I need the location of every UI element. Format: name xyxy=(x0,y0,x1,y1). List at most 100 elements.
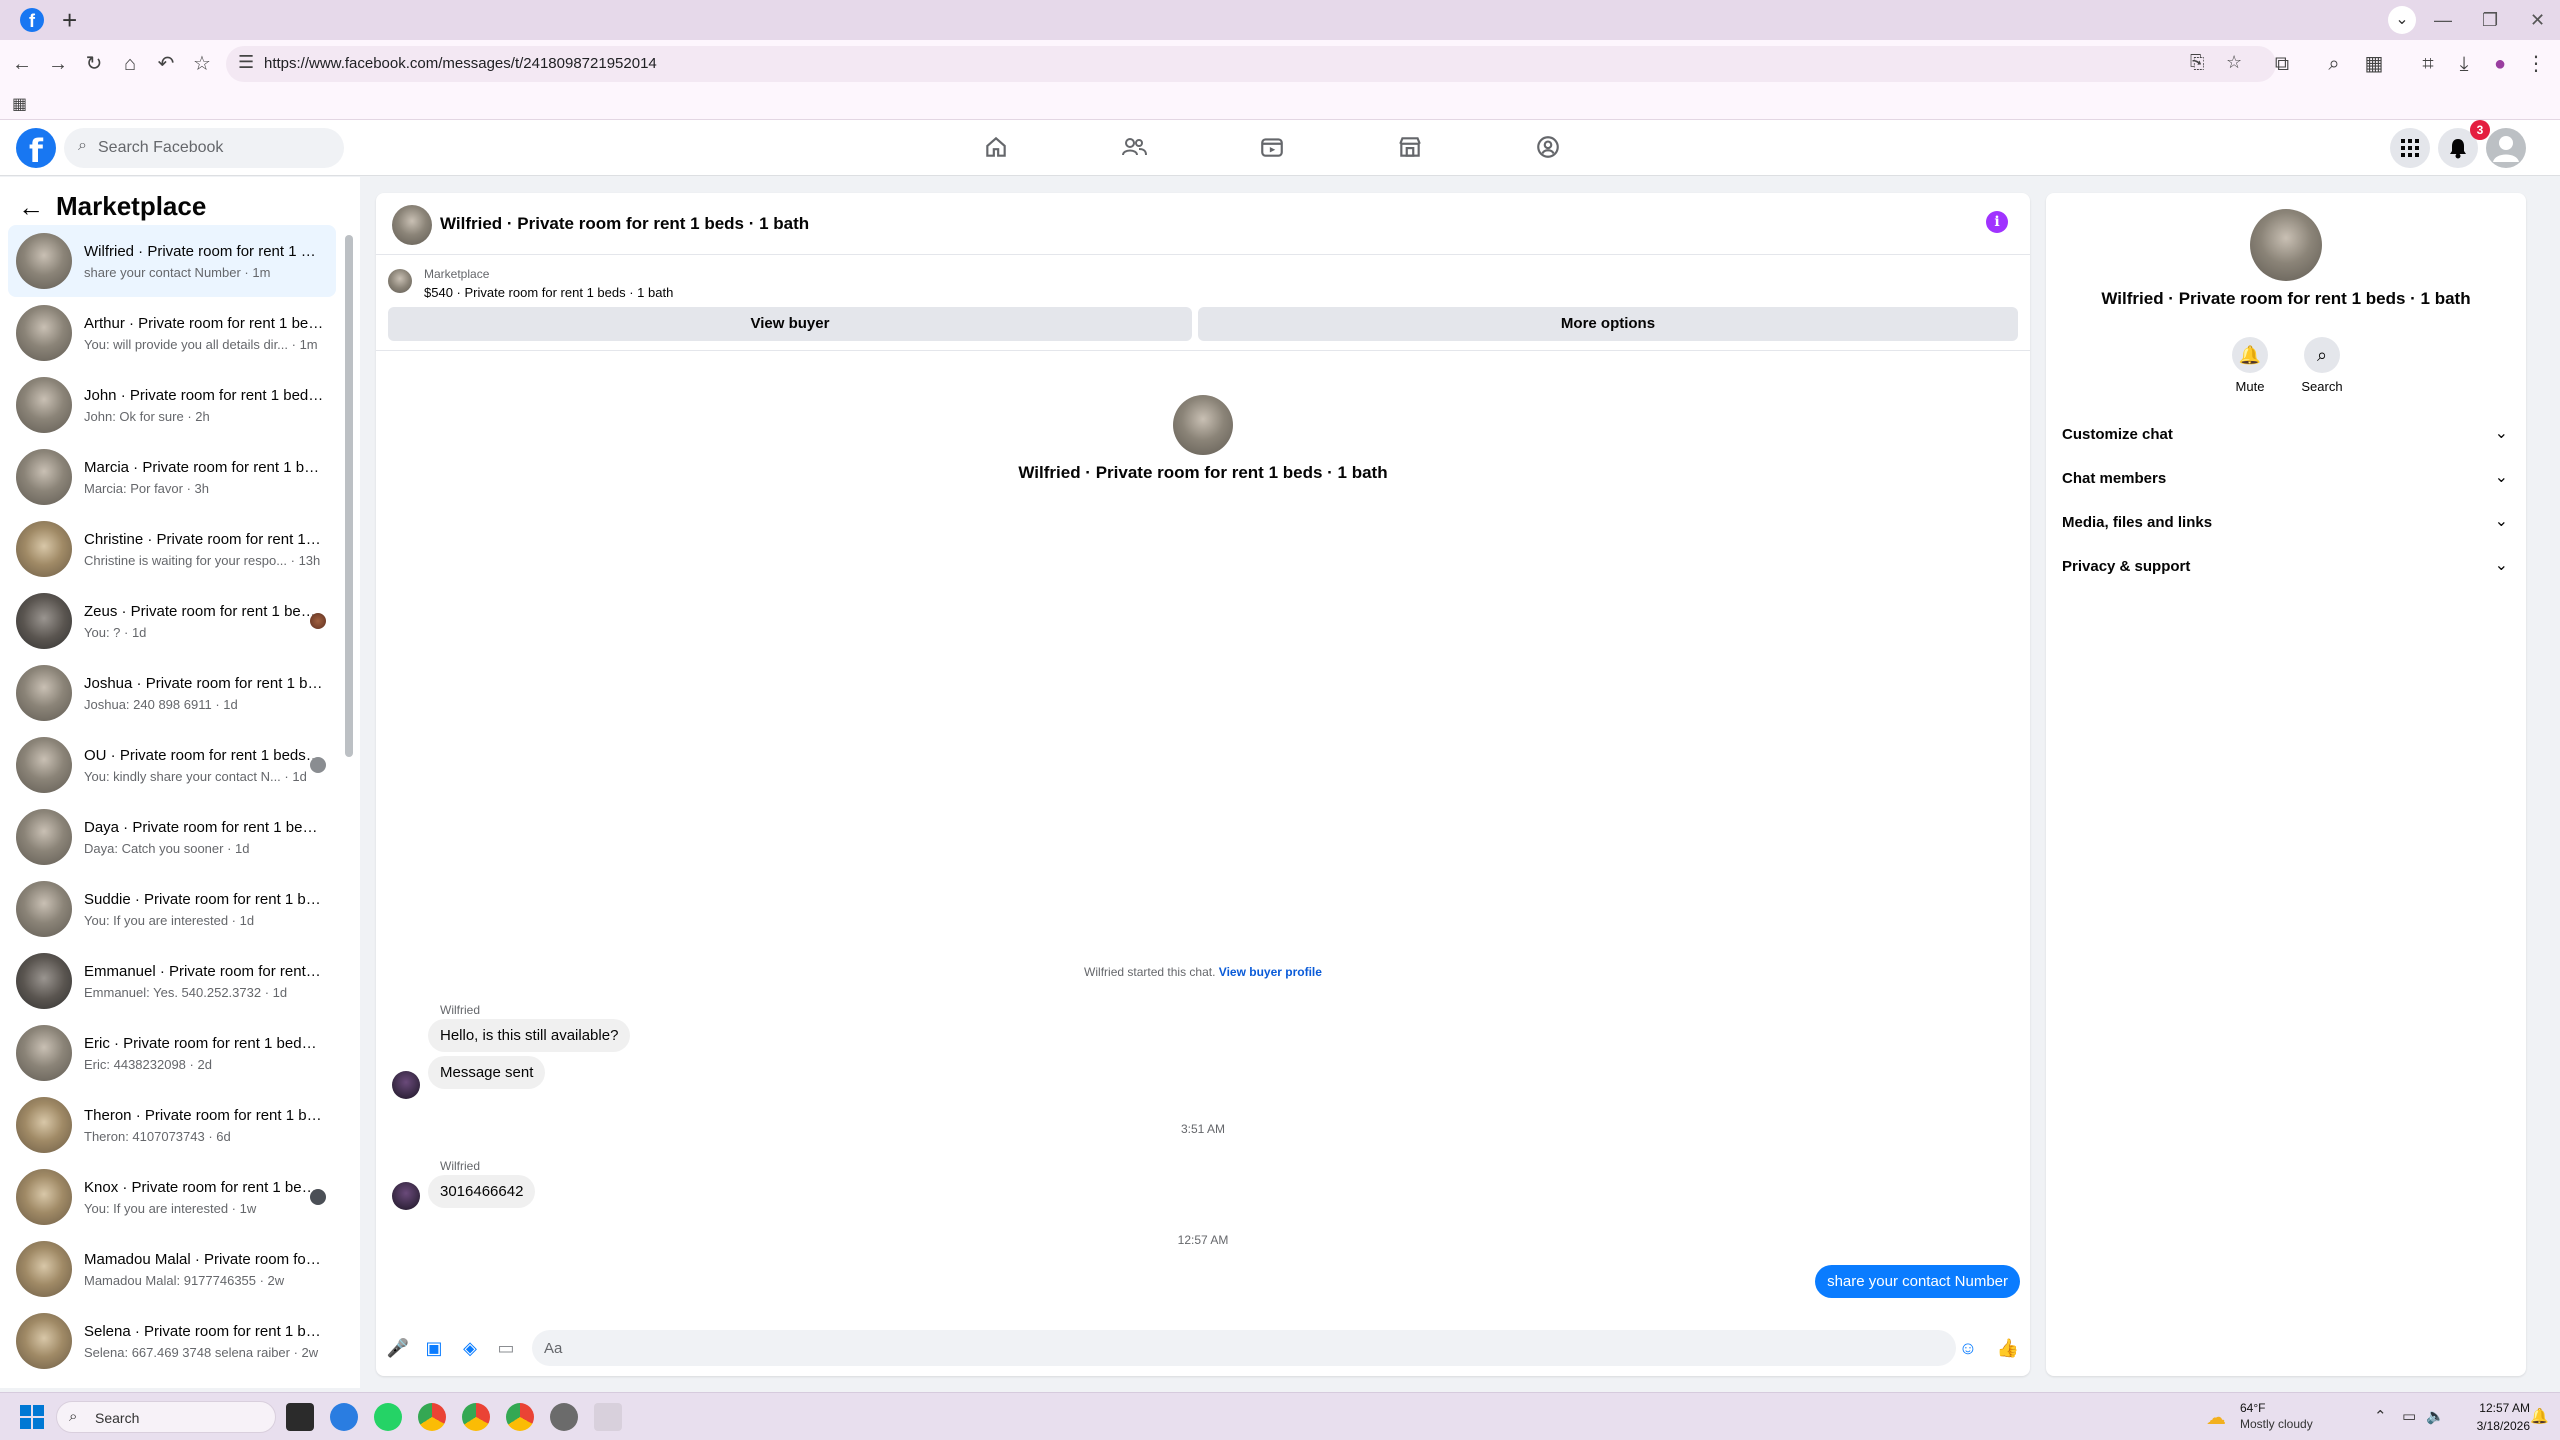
conversation-item-marcia[interactable]: Marcia · Private room for rent 1 beds · … xyxy=(8,441,336,513)
sender-avatar[interactable] xyxy=(392,1071,420,1099)
view-buyer-button[interactable]: View buyer xyxy=(388,307,1192,341)
conversation-item-suddie[interactable]: Suddie · Private room for rent 1 beds · … xyxy=(8,873,336,945)
forward-icon[interactable]: → xyxy=(44,50,72,78)
sticker-icon[interactable]: ◈ xyxy=(458,1336,482,1360)
conversation-item-joshua[interactable]: Joshua · Private room for rent 1 beds · … xyxy=(8,657,336,729)
notification-bell-icon[interactable]: 🔔 xyxy=(2530,1407,2549,1425)
listing-title[interactable]: $540 · Private room for rent 1 beds · 1 … xyxy=(424,285,673,300)
conversation-item-selena[interactable]: Selena · Private room for rent 1 beds · … xyxy=(8,1305,336,1377)
scrollbar-thumb[interactable] xyxy=(345,235,353,757)
snipping-tool-icon[interactable] xyxy=(594,1403,622,1431)
volume-icon[interactable]: 🔈 xyxy=(2426,1407,2445,1425)
conversation-item-zeus[interactable]: Zeus · Private room for rent 1 beds · 1 … xyxy=(8,585,336,657)
chevron-up-icon[interactable]: ⌃ xyxy=(2374,1407,2387,1425)
minimize-icon[interactable]: — xyxy=(2434,6,2452,34)
home-icon[interactable]: ⌂ xyxy=(116,50,144,78)
conversation-item-wilfried[interactable]: Wilfried · Private room for rent 1 beds … xyxy=(8,225,336,297)
browser-menu-icon[interactable]: ⋮ xyxy=(2522,50,2550,78)
back-icon[interactable]: ← xyxy=(8,50,36,78)
menu-grid-icon[interactable] xyxy=(2390,128,2430,168)
outgoing-message[interactable]: share your contact Number xyxy=(1815,1265,2020,1298)
media-files-links-section[interactable]: Media, files and links ⌄ xyxy=(2054,501,2518,545)
windows-start-icon[interactable] xyxy=(20,1405,44,1429)
bell-icon: 🔔 xyxy=(2232,337,2268,373)
extensions-icon[interactable]: ⧉ xyxy=(2268,50,2296,78)
crop-icon[interactable]: ⌗ xyxy=(2414,50,2442,78)
conversation-item-knox[interactable]: Knox · Private room for rent 1 beds · 1 … xyxy=(8,1161,336,1233)
nav-marketplace-icon[interactable] xyxy=(1382,130,1438,166)
undo-icon[interactable]: ↶ xyxy=(152,50,180,78)
tab-search-icon[interactable]: ⌄ xyxy=(2388,6,2416,34)
search-in-chat-button[interactable]: ⌕ Search xyxy=(2286,337,2358,394)
gif-icon[interactable]: ▭ xyxy=(494,1336,518,1360)
apps-grid-icon[interactable]: ▦ xyxy=(12,94,27,114)
chat-members-section[interactable]: Chat members ⌄ xyxy=(2054,457,2518,501)
nav-groups-icon[interactable] xyxy=(1520,130,1576,166)
emoji-icon[interactable]: ☺ xyxy=(1956,1336,1980,1360)
chrome-profile-icon[interactable] xyxy=(462,1403,490,1431)
close-window-icon[interactable]: ✕ xyxy=(2530,6,2545,34)
whatsapp-icon[interactable] xyxy=(374,1403,402,1431)
chat-avatar[interactable] xyxy=(392,205,432,245)
reload-icon[interactable]: ↻ xyxy=(80,50,108,78)
install-app-icon[interactable]: ⎘ xyxy=(2190,52,2204,73)
qr-icon[interactable]: ▦ xyxy=(2360,50,2388,78)
download-icon[interactable]: ⤓ xyxy=(2450,50,2478,78)
restore-icon[interactable]: ❐ xyxy=(2482,6,2498,34)
sender-avatar[interactable] xyxy=(392,1182,420,1210)
zoom-icon[interactable]: ⌕ xyxy=(2320,50,2348,78)
task-view-icon[interactable] xyxy=(286,1403,314,1431)
new-tab-icon[interactable]: + xyxy=(62,4,77,36)
facebook-tab-icon[interactable]: f xyxy=(20,8,44,32)
settings-gear-icon[interactable] xyxy=(550,1403,578,1431)
incoming-message[interactable]: Hello, is this still available? xyxy=(428,1019,631,1052)
customize-chat-section[interactable]: Customize chat ⌄ xyxy=(2054,413,2518,457)
conversation-item-ou[interactable]: OU · Private room for rent 1 beds · 1 ba… xyxy=(8,729,336,801)
conversation-item-eric[interactable]: Eric · Private room for rent 1 beds · 1 … xyxy=(8,1017,336,1089)
taskbar-search[interactable]: ⌕ Search xyxy=(56,1401,276,1433)
info-icon[interactable]: i xyxy=(1986,211,2008,233)
conversation-item-emmanuel[interactable]: Emmanuel · Private room for rent 1 beds … xyxy=(8,945,336,1017)
nav-friends-icon[interactable] xyxy=(1106,130,1162,166)
conversation-item-daya[interactable]: Daya · Private room for rent 1 beds · 1 … xyxy=(8,801,336,873)
incoming-message[interactable]: 3016466642 xyxy=(428,1175,536,1208)
mute-button[interactable]: 🔔 Mute xyxy=(2214,337,2286,394)
site-info-icon[interactable]: ☰ xyxy=(238,52,254,73)
system-clock[interactable]: 12:57 AM 3/18/2026 xyxy=(2450,1399,2530,1435)
search-input[interactable] xyxy=(98,128,338,168)
chat-title[interactable]: Wilfried · Private room for rent 1 beds … xyxy=(440,214,809,234)
conversation-item-arthur[interactable]: Arthur · Private room for rent 1 beds · … xyxy=(8,297,336,369)
url-text[interactable]: https://www.facebook.com/messages/t/2418… xyxy=(264,55,657,72)
view-buyer-profile-link[interactable]: View buyer profile xyxy=(1219,965,1322,979)
bookmark-icon[interactable]: ☆ xyxy=(2226,52,2242,73)
conversation-item-mamadou[interactable]: Mamadou Malal · Private room for rent 1 … xyxy=(8,1233,336,1305)
message-input[interactable] xyxy=(532,1330,1956,1366)
conversation-item-john[interactable]: John · Private room for rent 1 beds · 1 … xyxy=(8,369,336,441)
search-icon: ⌕ xyxy=(78,137,87,154)
thumbs-up-icon[interactable]: 👍 xyxy=(1996,1336,2020,1360)
listing-thumbnail[interactable] xyxy=(388,269,412,293)
network-icon[interactable]: ▭ xyxy=(2402,1407,2416,1425)
chrome-icon[interactable] xyxy=(418,1403,446,1431)
nav-home-icon[interactable] xyxy=(968,130,1024,166)
bookmark-star-icon[interactable]: ☆ xyxy=(188,50,216,78)
microphone-icon[interactable]: 🎤 xyxy=(386,1336,410,1360)
privacy-support-section[interactable]: Privacy & support ⌄ xyxy=(2054,545,2518,589)
back-arrow-icon[interactable]: ← xyxy=(18,189,44,225)
conversation-item-christine[interactable]: Christine · Private room for rent 1 beds… xyxy=(8,513,336,585)
nav-video-icon[interactable] xyxy=(1244,130,1300,166)
sidebar-scrollbar[interactable] xyxy=(344,225,354,1385)
chevron-down-icon: ⌄ xyxy=(2494,513,2508,530)
incoming-message[interactable]: Message sent xyxy=(428,1056,546,1089)
address-bar[interactable]: ☰ https://www.facebook.com/messages/t/24… xyxy=(226,46,2276,82)
profile-icon[interactable]: ● xyxy=(2486,50,2514,78)
facebook-search[interactable]: ⌕ xyxy=(64,128,344,168)
account-avatar[interactable] xyxy=(2486,128,2526,168)
photo-icon[interactable]: ▣ xyxy=(422,1336,446,1360)
conversation-item-theron[interactable]: Theron · Private room for rent 1 beds · … xyxy=(8,1089,336,1161)
sidebar-title: Marketplace xyxy=(56,191,207,221)
chrome-alt-icon[interactable] xyxy=(506,1403,534,1431)
more-options-button[interactable]: More options xyxy=(1198,307,2018,341)
edge-icon[interactable] xyxy=(330,1403,358,1431)
facebook-logo[interactable]: f xyxy=(16,128,56,170)
